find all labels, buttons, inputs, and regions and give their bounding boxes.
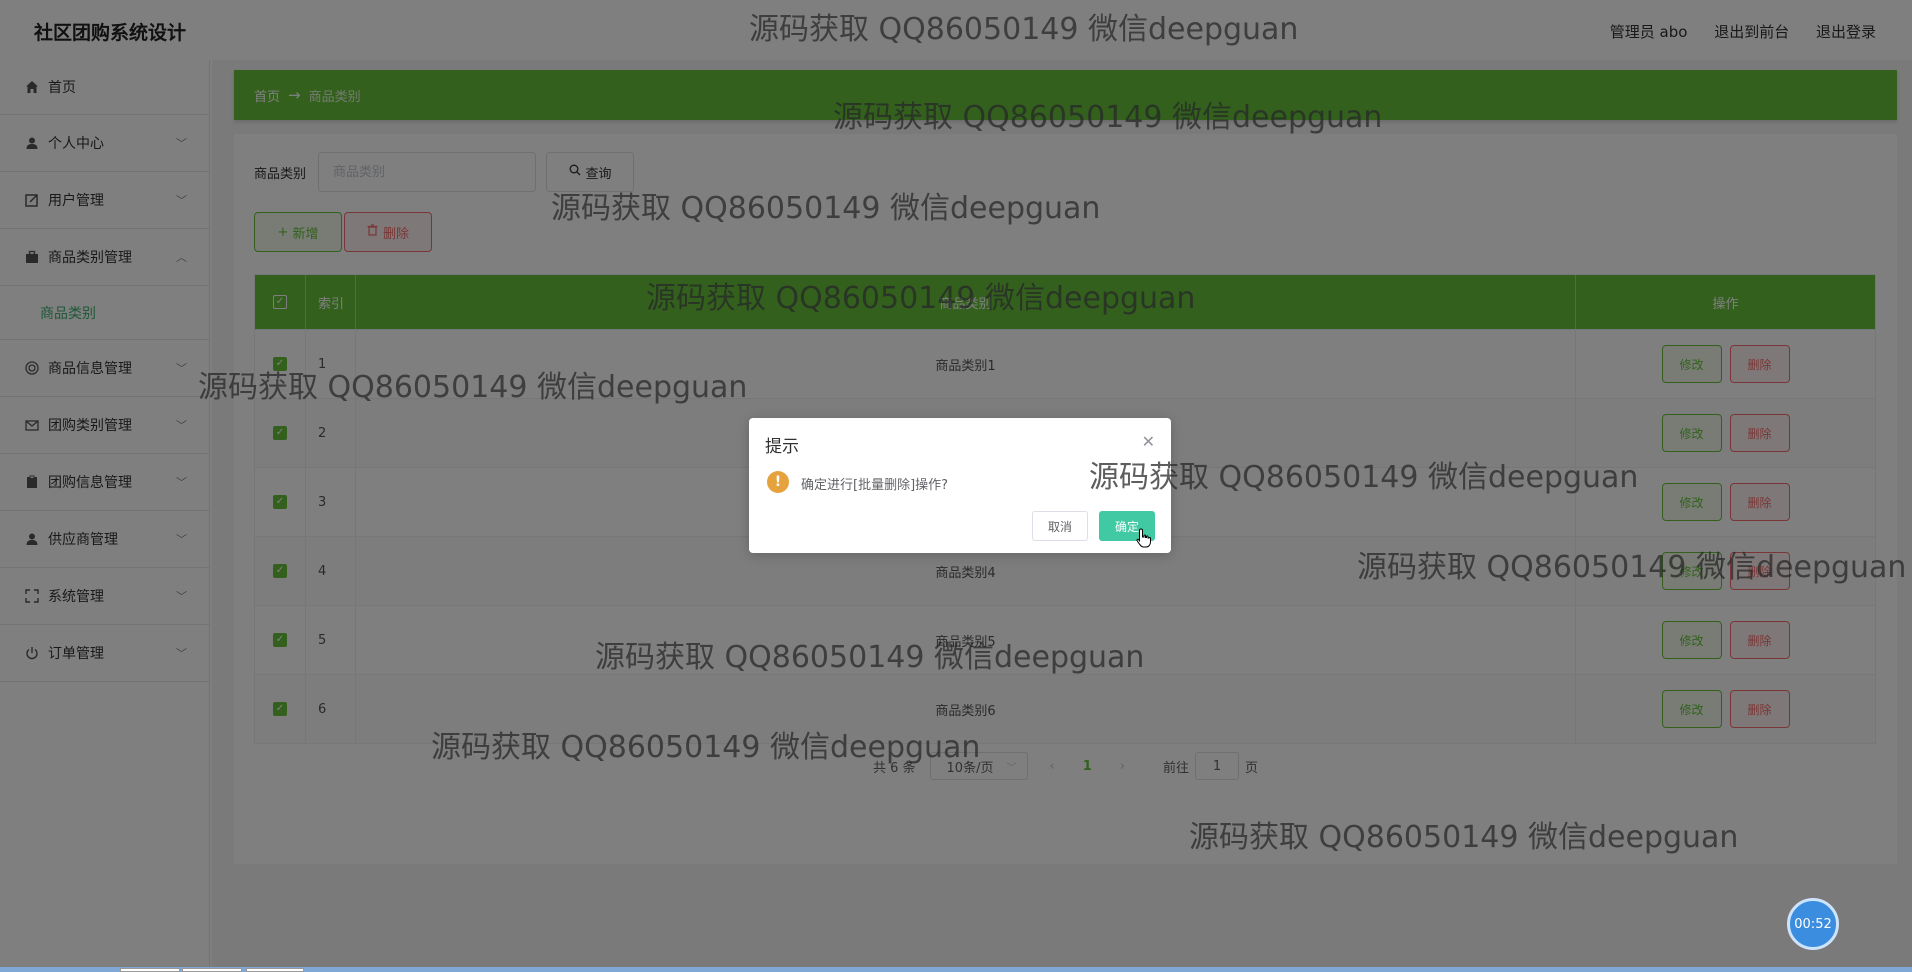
taskbar-tab[interactable]: [246, 968, 304, 972]
warning-icon: !: [767, 471, 789, 493]
dialog-message: 确定进行[批量删除]操作?: [801, 478, 949, 493]
taskbar-tab[interactable]: [120, 968, 180, 972]
recording-timer[interactable]: 00:52: [1787, 898, 1839, 950]
taskbar-strip: [0, 967, 1912, 972]
dialog-title: 提示: [765, 437, 799, 457]
close-icon[interactable]: ✕: [1142, 432, 1155, 451]
cancel-button[interactable]: 取消: [1032, 511, 1088, 541]
confirm-dialog: 提示 ✕ ! 确定进行[批量删除]操作? 取消 确定: [749, 418, 1171, 553]
taskbar-tab[interactable]: [182, 968, 242, 972]
hand-cursor-icon: [1136, 528, 1152, 553]
